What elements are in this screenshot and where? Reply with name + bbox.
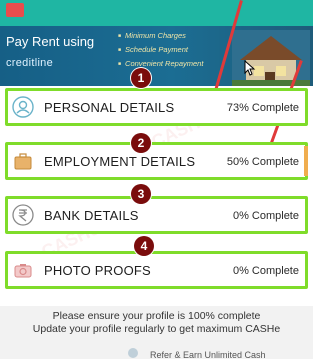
camera-icon <box>11 258 35 282</box>
house-icon <box>232 30 310 86</box>
refer-link[interactable]: Refer & Earn Unlimited Cash <box>150 350 266 359</box>
section-status: 50% Complete <box>226 156 299 168</box>
banner-brand: creditline <box>6 57 54 69</box>
refer-icon <box>128 348 138 358</box>
top-strip <box>0 0 313 26</box>
section-status: 73% Complete <box>226 102 299 114</box>
banner-feature: Convenient Repayment <box>118 59 203 68</box>
footer-line-2: Update your profile regularly to get max… <box>32 323 281 335</box>
section-label: PERSONAL DETAILS <box>44 100 175 115</box>
briefcase-icon <box>11 149 35 173</box>
promo-banner[interactable]: Pay Rent using creditline Minimum Charge… <box>0 26 313 86</box>
section-bank-details[interactable]: BANK DETAILS 0% Complete <box>5 196 308 234</box>
section-status: 0% Complete <box>232 265 299 277</box>
rupee-icon <box>11 203 35 227</box>
section-photo-proofs[interactable]: PHOTO PROOFS 0% Complete <box>5 251 308 289</box>
banner-features: Minimum Charges Schedule Payment Conveni… <box>118 31 203 73</box>
banner-feature: Minimum Charges <box>118 31 203 40</box>
step-badge: 3 <box>131 184 151 204</box>
person-icon <box>11 95 35 119</box>
section-status: 0% Complete <box>232 210 299 222</box>
banner-feature: Schedule Payment <box>118 45 203 54</box>
step-badge: 1 <box>131 68 151 88</box>
cursor-icon <box>244 60 256 76</box>
step-badge: 2 <box>131 133 151 153</box>
step-badge: 4 <box>134 236 154 256</box>
section-personal-details[interactable]: PERSONAL DETAILS 73% Complete <box>5 88 308 126</box>
footer-note: Please ensure your profile is 100% compl… <box>0 306 313 359</box>
section-label: EMPLOYMENT DETAILS <box>44 154 196 169</box>
section-label: PHOTO PROOFS <box>44 263 151 278</box>
flag-icon <box>6 3 24 17</box>
footer-line-1: Please ensure your profile is 100% compl… <box>52 310 261 322</box>
progress-indicator <box>304 146 308 176</box>
section-employment-details[interactable]: EMPLOYMENT DETAILS 50% Complete <box>5 142 308 180</box>
section-label: BANK DETAILS <box>44 208 139 223</box>
banner-title: Pay Rent using <box>6 34 95 49</box>
